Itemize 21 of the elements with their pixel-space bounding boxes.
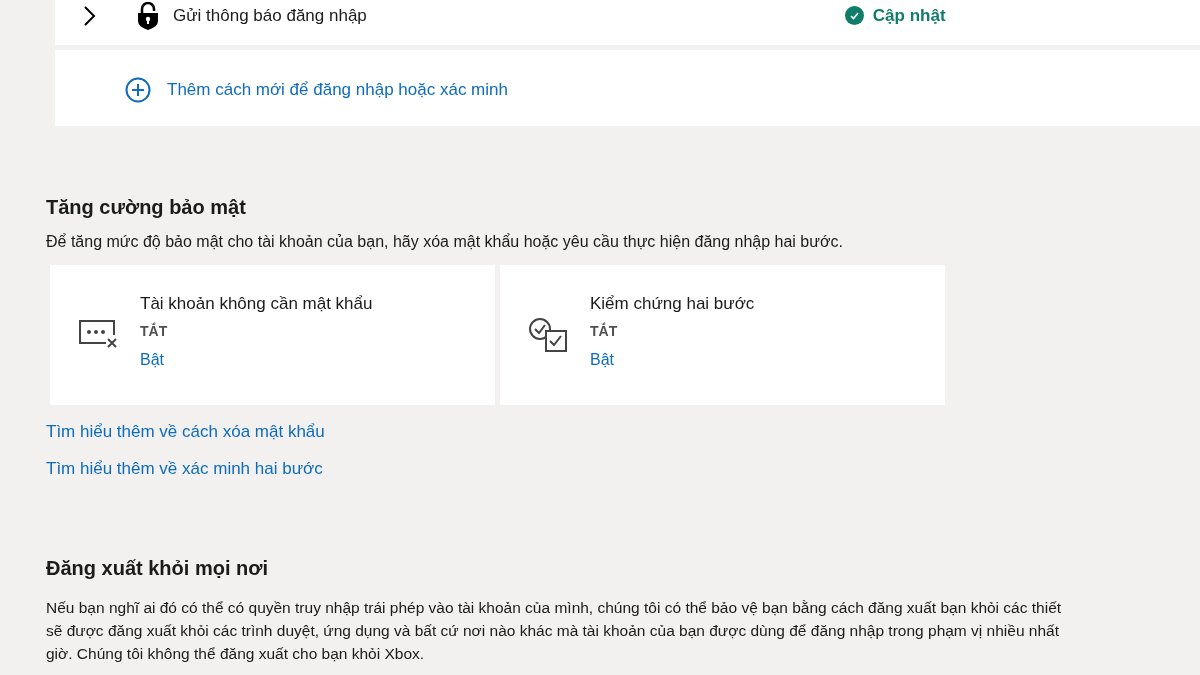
paragraph-line: sẽ được đăng xuất khỏi các trình duyệt, ứng dụng và bất cứ nơi nào khác mà tài khoản của bạn được dùng để đăng nhập trong phạm vị nhiều nhất: [46, 621, 1059, 641]
paragraph-line: Nếu bạn nghĩ ai đó có thể có quyền truy nhập trái phép vào tài khoản của mình, chúng tôi có thể bảo vệ bạn bằng cách đăng xuất bạn khỏi các thiết: [46, 598, 1062, 618]
two-checks-icon: [528, 317, 568, 353]
state-text: TẮT: [590, 322, 619, 339]
learn-more-link[interactable]: Tìm hiểu thêm về cách xóa mật khẩu: [46, 422, 325, 442]
status-text: Cập nhật: [872, 5, 946, 26]
turn-on-link[interactable]: Bật: [140, 350, 373, 369]
section-heading: Đăng xuất khỏi mọi nơi: [46, 557, 269, 580]
chevron-icon[interactable]: [82, 4, 96, 27]
learn-more-link[interactable]: Tìm hiểu thêm về xác minh hai bước: [46, 459, 323, 479]
section-heading: Tăng cường bảo mật: [46, 196, 247, 219]
method-label: Gửi thông báo đăng nhập: [173, 5, 367, 26]
card-title: Kiểm chứng hai bước: [590, 293, 755, 314]
check-circle-icon: [844, 6, 864, 25]
section-description: Để tăng mức độ bảo mật cho tài khoản của bạn, hãy xóa mật khẩu hoặc yêu cầu thực hiện đăng nhập hai bước.: [46, 233, 844, 251]
turn-on-link[interactable]: Bật: [590, 350, 755, 369]
add-method-link[interactable]: Thêm cách mới để đăng nhập hoặc xác minh: [125, 77, 508, 103]
add-icon: [125, 77, 151, 103]
card-title: Tài khoản không cần mật khẩu: [140, 293, 373, 314]
paragraph-line: giờ. Chúng tôi không thể đăng xuất cho bạn khỏi Xbox.: [46, 644, 425, 664]
state-text: TẮT: [140, 322, 169, 339]
